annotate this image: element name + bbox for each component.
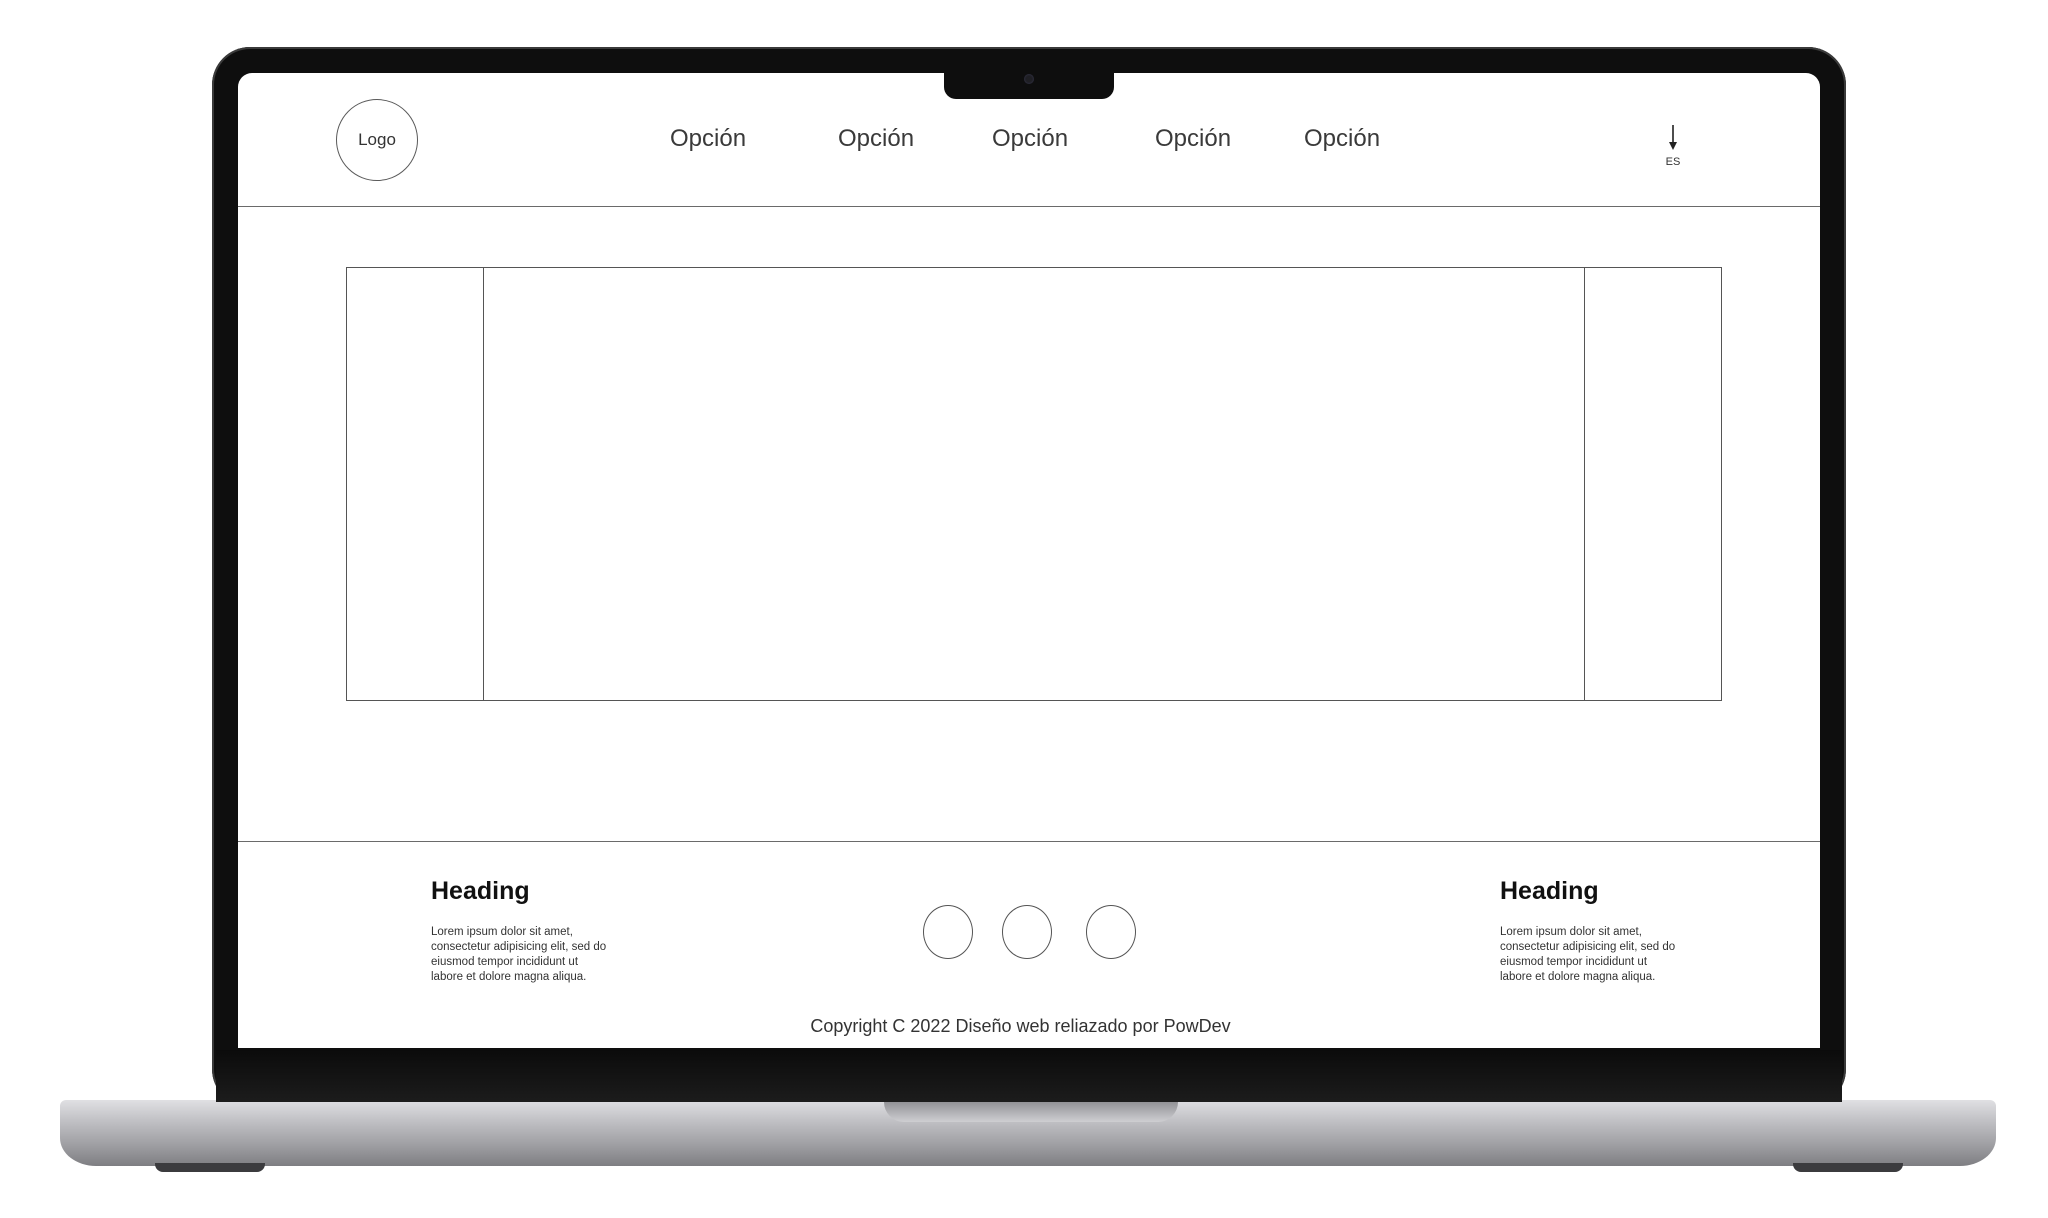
nav-item-3[interactable]: Opción	[992, 127, 1068, 151]
laptop-foot-left	[155, 1163, 265, 1172]
social-icon-2[interactable]	[1002, 905, 1052, 959]
website-wireframe: Logo Opción Opción Opción Opción Opción …	[238, 73, 1820, 1048]
language-label: ES	[1665, 156, 1681, 168]
logo-text: Logo	[358, 130, 396, 149]
slider-prev-placeholder[interactable]	[347, 268, 484, 700]
laptop-foot-right	[1793, 1163, 1903, 1172]
language-selector[interactable]: ES	[1658, 124, 1688, 172]
footer-right-heading: Heading	[1500, 877, 1599, 905]
nav-item-1[interactable]: Opción	[670, 127, 746, 151]
laptop-opening-notch	[884, 1100, 1178, 1122]
nav-item-4[interactable]: Opción	[1155, 127, 1231, 151]
nav-item-2[interactable]: Opción	[838, 127, 914, 151]
copyright-text: Copyright C 2022 Diseño web reliazado po…	[810, 1016, 1231, 1036]
slider-next-placeholder[interactable]	[1584, 268, 1721, 700]
arrow-down-icon	[1669, 125, 1677, 150]
social-icon-3[interactable]	[1086, 905, 1136, 959]
footer-left-heading: Heading	[431, 877, 530, 905]
logo[interactable]: Logo	[336, 99, 418, 181]
camera-icon	[1024, 74, 1034, 84]
nav-item-5[interactable]: Opción	[1304, 127, 1380, 151]
footer-left-text: Lorem ipsum dolor sit amet, consectetur …	[431, 926, 607, 983]
footer-divider	[238, 841, 1820, 842]
laptop-chin	[216, 1050, 1842, 1102]
header-divider	[238, 206, 1820, 207]
footer-right-text: Lorem ipsum dolor sit amet, consectetur …	[1500, 926, 1676, 983]
social-icon-1[interactable]	[923, 905, 973, 959]
hero-slider	[346, 267, 1722, 701]
slider-main-image-placeholder	[484, 268, 1583, 700]
